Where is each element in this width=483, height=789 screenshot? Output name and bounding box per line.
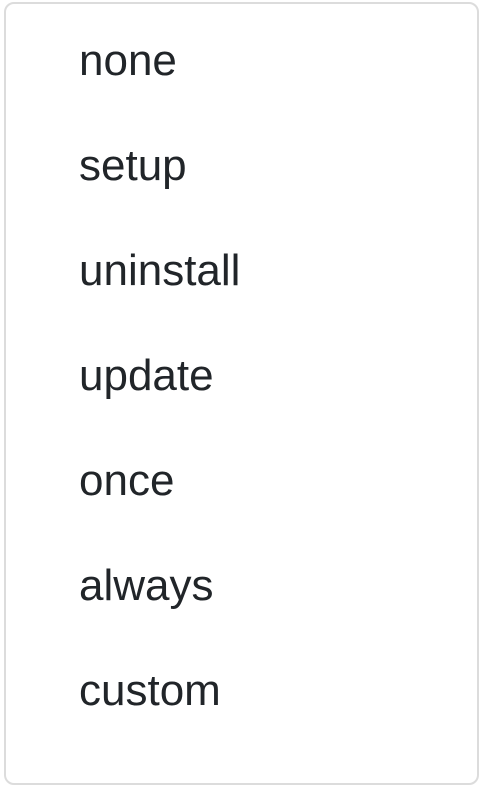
option-label: always xyxy=(79,560,214,610)
option-label: setup xyxy=(79,140,187,190)
option-label: update xyxy=(79,350,214,400)
option-always[interactable]: always xyxy=(6,533,477,638)
option-uninstall[interactable]: uninstall xyxy=(6,218,477,323)
option-update[interactable]: update xyxy=(6,323,477,428)
option-none[interactable]: none xyxy=(6,8,477,113)
option-once[interactable]: once xyxy=(6,428,477,533)
option-label: none xyxy=(79,35,177,85)
dropdown-menu: none setup uninstall update once always … xyxy=(4,2,479,785)
option-label: custom xyxy=(79,665,221,715)
option-setup[interactable]: setup xyxy=(6,113,477,218)
option-label: uninstall xyxy=(79,245,241,295)
option-custom[interactable]: custom xyxy=(6,638,477,743)
option-label: once xyxy=(79,455,175,505)
